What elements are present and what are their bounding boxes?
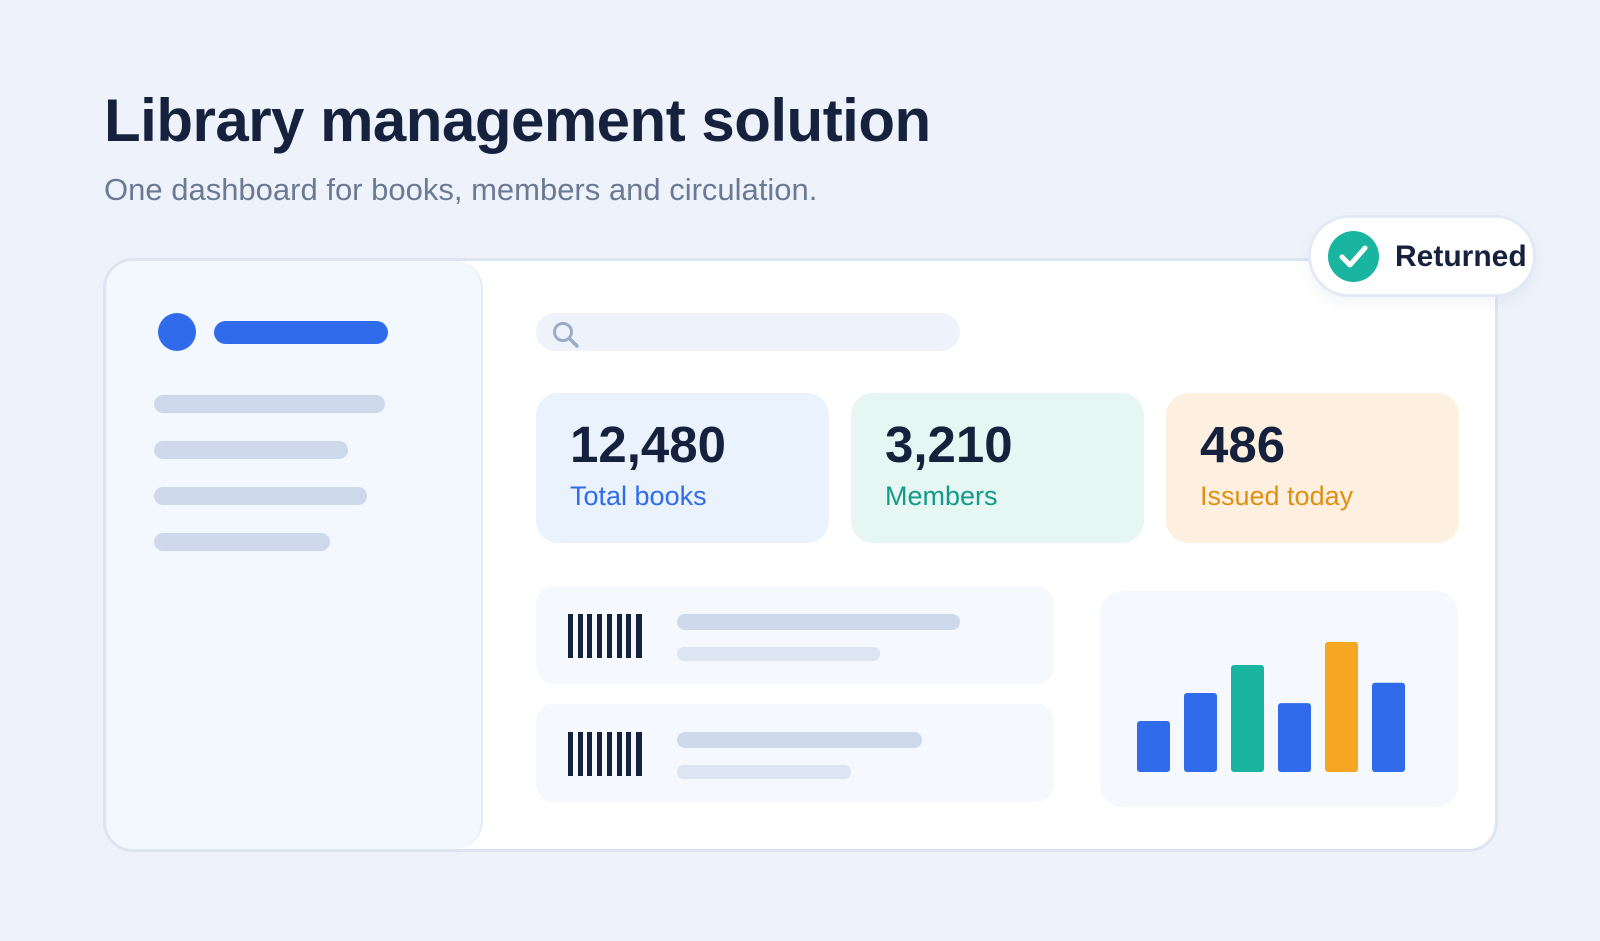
sidebar-item-1[interactable] — [154, 395, 385, 413]
book-meta-placeholder — [677, 647, 880, 661]
circulation-chart — [1100, 591, 1458, 807]
stat-label: Members — [885, 481, 998, 511]
hero-subtitle: One dashboard for books, members and cir… — [104, 172, 818, 207]
stat-value: 486 — [1200, 416, 1286, 473]
brand-name-placeholder — [214, 321, 388, 344]
sidebar — [106, 261, 483, 849]
search-input[interactable] — [536, 313, 960, 351]
returned-badge: Returned — [1308, 215, 1536, 297]
barcode-icon — [568, 732, 644, 781]
sidebar-item-3[interactable] — [154, 487, 367, 505]
chart-bar-5 — [1325, 642, 1358, 772]
book-title-placeholder — [677, 732, 922, 748]
book-meta-placeholder — [677, 765, 851, 779]
chart-bar-2 — [1184, 692, 1217, 772]
sidebar-item-2[interactable] — [154, 441, 348, 459]
stat-value: 3,210 — [885, 416, 1013, 473]
chart-bar-6 — [1372, 682, 1405, 772]
stat-card-members[interactable]: 3,210 Members — [851, 393, 1144, 543]
checkmark-icon — [1328, 231, 1379, 282]
hero-title: Library management solution — [104, 87, 931, 154]
book-title-placeholder — [677, 614, 960, 630]
list-item[interactable] — [536, 704, 1054, 802]
avatar[interactable] — [158, 313, 196, 351]
stat-label: Total books — [570, 481, 707, 511]
stat-card-total-books[interactable]: 12,480 Total books — [536, 393, 829, 543]
chart-bar-1 — [1137, 721, 1170, 772]
bar-chart — [1137, 642, 1405, 772]
dashboard-window: 12,480 Total books 3,210 Members 486 Iss… — [103, 258, 1498, 852]
chart-bar-3 — [1231, 664, 1264, 772]
returned-label: Returned — [1395, 240, 1527, 273]
chart-bar-4 — [1278, 703, 1311, 772]
stat-label: Issued today — [1200, 481, 1354, 511]
sidebar-item-4[interactable] — [154, 533, 330, 551]
list-item[interactable] — [536, 586, 1054, 684]
barcode-icon — [568, 614, 644, 663]
stat-card-issued-today[interactable]: 486 Issued today — [1166, 393, 1459, 543]
stat-value: 12,480 — [570, 416, 726, 473]
